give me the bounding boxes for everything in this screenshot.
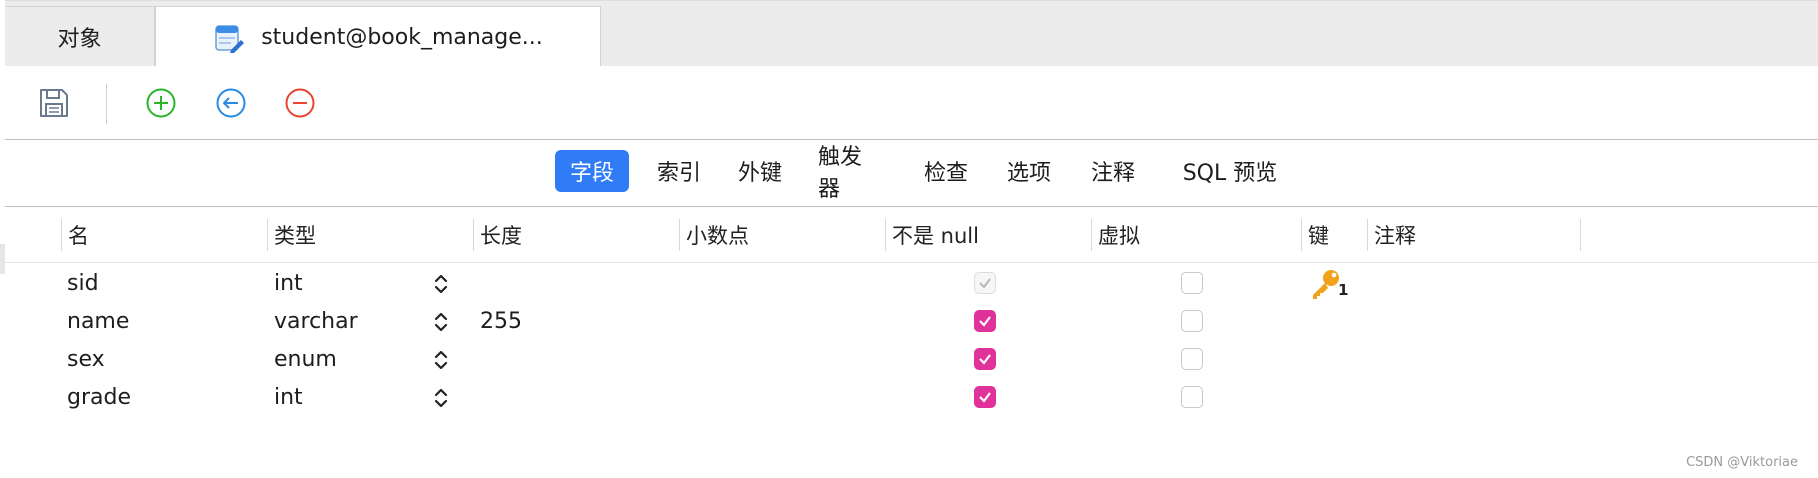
table-row[interactable]: sex enum bbox=[5, 340, 1818, 378]
table-row[interactable]: name varchar 255 bbox=[5, 302, 1818, 340]
column-divider bbox=[1580, 219, 1581, 251]
add-field-button[interactable] bbox=[144, 86, 178, 120]
column-header-decimals[interactable]: 小数点 bbox=[680, 207, 886, 262]
key-order: 1 bbox=[1338, 281, 1349, 299]
field-name-cell[interactable]: name bbox=[67, 302, 129, 340]
tab-sql-preview[interactable]: SQL 预览 bbox=[1162, 150, 1298, 192]
table-row[interactable]: grade int bbox=[5, 378, 1818, 416]
delete-field-button[interactable] bbox=[283, 86, 317, 120]
not-null-checkbox[interactable] bbox=[974, 386, 996, 408]
save-button[interactable] bbox=[37, 86, 71, 120]
type-stepper-icon[interactable] bbox=[432, 272, 450, 296]
type-stepper-icon[interactable] bbox=[432, 348, 450, 372]
toolbar bbox=[5, 66, 1818, 140]
tab-checks[interactable]: 检查 bbox=[911, 150, 981, 192]
type-stepper-icon[interactable] bbox=[432, 310, 450, 334]
column-header-virtual[interactable]: 虚拟 bbox=[1092, 207, 1302, 262]
tab-table-design[interactable]: student@book_manage... bbox=[155, 6, 601, 68]
virtual-checkbox[interactable] bbox=[1181, 386, 1203, 408]
table-design-icon bbox=[215, 24, 245, 53]
tab-options[interactable]: 选项 bbox=[994, 150, 1064, 192]
not-null-checkbox[interactable] bbox=[974, 310, 996, 332]
tab-fields[interactable]: 字段 bbox=[555, 150, 629, 192]
tab-foreign-keys[interactable]: 外键 bbox=[725, 150, 795, 192]
virtual-checkbox[interactable] bbox=[1181, 310, 1203, 332]
tab-objects-label: 对象 bbox=[57, 27, 102, 52]
not-null-checkbox[interactable] bbox=[974, 272, 996, 294]
field-type-cell[interactable]: int bbox=[274, 264, 303, 302]
field-length-cell[interactable]: 255 bbox=[480, 302, 522, 340]
tab-objects[interactable]: 对象 bbox=[5, 6, 155, 67]
field-name-cell[interactable]: sex bbox=[67, 340, 105, 378]
toolbar-divider bbox=[106, 84, 107, 124]
field-name-cell[interactable]: sid bbox=[67, 264, 99, 302]
add-field-icon bbox=[146, 88, 176, 118]
column-header-length[interactable]: 长度 bbox=[474, 207, 680, 262]
type-stepper-icon[interactable] bbox=[432, 386, 450, 410]
designer-subtabs: 字段 索引 外键 触发器 检查 选项 注释 SQL 预览 bbox=[5, 140, 1818, 207]
column-header-not-null[interactable]: 不是 null bbox=[886, 207, 1092, 262]
insert-field-icon bbox=[216, 88, 246, 118]
fields-grid: 名 类型 长度 小数点 不是 null 虚拟 键 注释 sid int 1 na… bbox=[5, 207, 1818, 478]
field-type-cell[interactable]: enum bbox=[274, 340, 337, 378]
table-row[interactable]: sid int 1 bbox=[5, 264, 1818, 302]
column-header-key[interactable]: 键 bbox=[1302, 207, 1368, 262]
virtual-checkbox[interactable] bbox=[1181, 272, 1203, 294]
save-icon bbox=[40, 89, 68, 117]
virtual-checkbox[interactable] bbox=[1181, 348, 1203, 370]
checkmark-icon bbox=[979, 354, 991, 365]
column-header-type[interactable]: 类型 bbox=[268, 207, 474, 262]
tab-bar: 对象 student@book_manage... bbox=[5, 0, 1818, 68]
checkmark-icon bbox=[979, 392, 991, 403]
watermark: CSDN @Viktoriae bbox=[1686, 455, 1798, 470]
tab-indexes[interactable]: 索引 bbox=[644, 150, 714, 192]
column-header-comment[interactable]: 注释 bbox=[1368, 207, 1580, 262]
not-null-checkbox[interactable] bbox=[974, 348, 996, 370]
grid-header: 名 类型 长度 小数点 不是 null 虚拟 键 注释 bbox=[5, 207, 1818, 263]
checkmark-icon bbox=[979, 278, 991, 289]
column-header-name[interactable]: 名 bbox=[62, 207, 268, 262]
tab-triggers[interactable]: 触发器 bbox=[806, 145, 892, 202]
insert-field-button[interactable] bbox=[214, 86, 248, 120]
field-name-cell[interactable]: grade bbox=[67, 378, 131, 416]
delete-field-icon bbox=[285, 88, 315, 118]
tab-comment[interactable]: 注释 bbox=[1078, 150, 1148, 192]
field-type-cell[interactable]: varchar bbox=[274, 302, 358, 340]
field-type-cell[interactable]: int bbox=[274, 378, 303, 416]
tab-table-label: student@book_manage... bbox=[261, 25, 543, 50]
checkmark-icon bbox=[979, 316, 991, 327]
